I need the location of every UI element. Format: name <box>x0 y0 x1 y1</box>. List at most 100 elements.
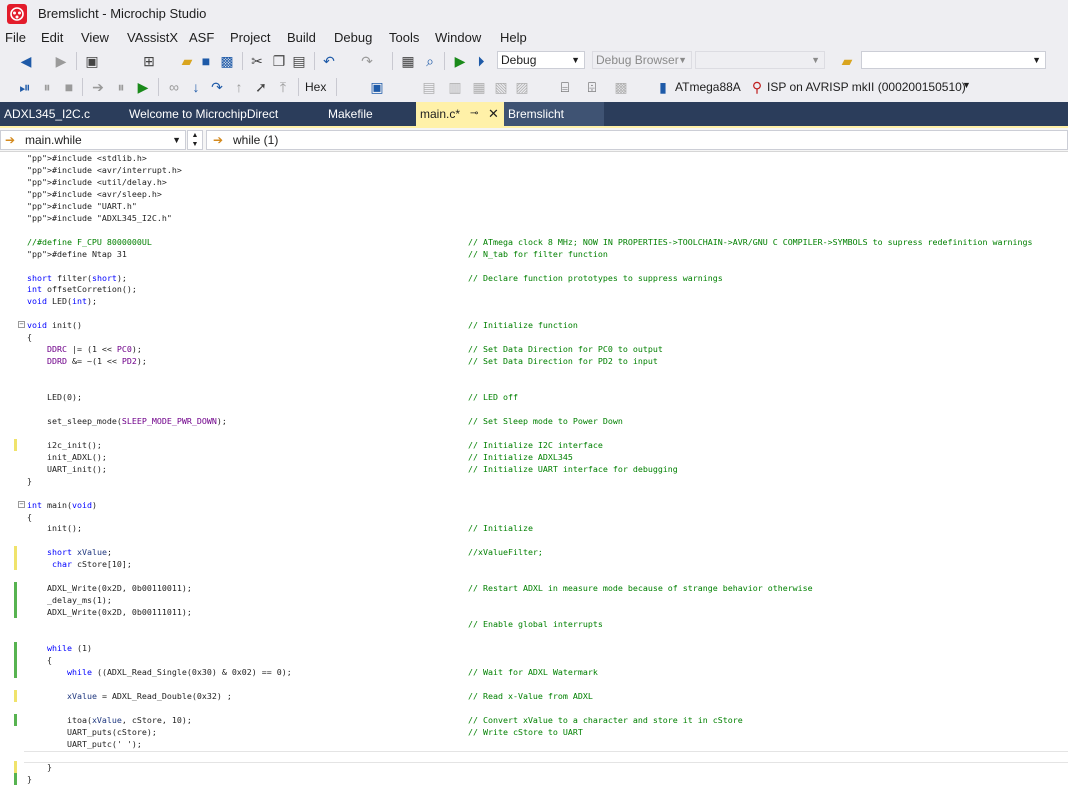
code-line[interactable]: DDRD &= ~(1 << PD2); // Set Data Directio… <box>0 355 1068 367</box>
nav-spinner[interactable]: ▲ ▼ <box>187 130 203 150</box>
menu-asf[interactable]: ASF <box>189 30 214 45</box>
step-over-icon[interactable]: ↷ <box>208 78 226 96</box>
code-line[interactable]: { <box>0 331 1068 343</box>
platform-select[interactable]: ▼ <box>695 51 825 69</box>
code-line[interactable] <box>0 702 1068 714</box>
tab-adxl345-i2c[interactable]: ADXL345_I2C.c <box>0 102 110 126</box>
code-line[interactable]: "pp">#define Ntap 31 // N_tab for filter … <box>0 248 1068 260</box>
debug-windows-icon[interactable]: ▣ <box>368 78 386 96</box>
redo-icon[interactable]: ↷ <box>358 52 376 70</box>
code-line[interactable]: init_ADXL(); // Initialize ADXL345 <box>0 451 1068 463</box>
menu-window[interactable]: Window <box>435 30 481 45</box>
forward-icon[interactable]: ▶ <box>52 52 70 70</box>
menu-project[interactable]: Project <box>230 30 270 45</box>
code-line[interactable]: ADXL_Write(0x2D, 0b00111011); <box>0 606 1068 619</box>
toolbar-overflow-icon[interactable]: ▼ <box>962 80 971 90</box>
code-line[interactable]: int offsetCorretion(); <box>0 283 1068 295</box>
paste-icon[interactable]: ▤ <box>290 52 308 70</box>
tab-makefile[interactable]: Makefile <box>324 102 404 126</box>
disassembly-icon[interactable]: ▨ <box>513 78 531 96</box>
code-line[interactable]: "pp">#include <avr/interrupt.h> <box>0 164 1068 176</box>
code-line[interactable] <box>0 260 1068 272</box>
menu-edit[interactable]: Edit <box>41 30 63 45</box>
code-line[interactable] <box>0 487 1068 499</box>
step-into-icon[interactable]: ↓ <box>187 78 205 96</box>
collapse-icon[interactable]: − <box>18 321 25 329</box>
code-line[interactable]: while ((ADXL_Read_Single(0x30) & 0x02) =… <box>0 665 1068 678</box>
code-line[interactable]: UART_init(); // Initialize UART interface… <box>0 463 1068 475</box>
code-line[interactable]: ADXL_Write(0x2D, 0b00110011); // Restart … <box>0 582 1068 595</box>
device-programming-icon[interactable]: ⌸ <box>556 78 574 96</box>
continue-icon[interactable]: ▶ <box>134 78 152 96</box>
device-pack-icon[interactable]: ⌹ <box>583 78 601 96</box>
code-line[interactable]: "pp">#include <stdlib.h> <box>0 152 1068 164</box>
save-all-icon[interactable]: ▩ <box>218 52 236 70</box>
code-line[interactable]: "pp">#include "ADXL345_I2C.h" <box>0 212 1068 224</box>
code-line[interactable]: { <box>0 511 1068 523</box>
code-line[interactable]: char cStore[10]; <box>0 558 1068 571</box>
start-without-debugging-icon[interactable]: ⏵ <box>472 52 490 70</box>
show-next-statement-icon[interactable]: ➔ <box>89 78 107 96</box>
back-icon[interactable]: ◀ <box>17 52 35 70</box>
code-line[interactable] <box>0 534 1068 546</box>
debug-browser-select[interactable]: Debug Browser ▼ <box>592 51 692 69</box>
code-line[interactable]: _delay_ms(1); <box>0 594 1068 607</box>
device-name[interactable]: ATmega88A <box>675 80 741 94</box>
code-line[interactable] <box>0 630 1068 642</box>
copy-icon[interactable]: ❐ <box>270 52 288 70</box>
code-line[interactable]: set_sleep_mode(SLEEP_MODE_PWR_DOWN); // S… <box>0 415 1068 427</box>
code-editor[interactable]: "pp">#include <stdlib.h> "pp">#include <a… <box>0 152 1068 786</box>
code-line[interactable]: // Enable global interrupts <box>0 618 1068 630</box>
close-icon[interactable]: ✕ <box>488 102 499 126</box>
find-in-files-icon[interactable]: ▰ <box>838 52 856 70</box>
code-line[interactable]: { <box>0 653 1068 666</box>
open-folder-icon[interactable]: ▰ <box>178 52 196 70</box>
undo-icon[interactable]: ↶ <box>320 52 338 70</box>
break-all-icon[interactable]: ⏸ <box>38 78 56 96</box>
code-line[interactable]: short xValue; //xValueFilter; <box>0 546 1068 559</box>
reset-icon[interactable]: ⤒ <box>274 78 292 96</box>
menu-view[interactable]: View <box>81 30 109 45</box>
menu-file[interactable]: File <box>5 30 26 45</box>
tab-welcome-microchipdirect[interactable]: Welcome to MicrochipDirect <box>125 102 300 126</box>
code-line[interactable]: UART_putc(' '); <box>0 738 1068 750</box>
code-line[interactable]: UART_puts(cStore); // Write cStore to UAR… <box>0 726 1068 738</box>
code-line[interactable]: − void init() // Initialize function <box>0 319 1068 331</box>
code-line[interactable]: init(); // Initialize <box>0 522 1068 534</box>
configuration-select[interactable]: Debug ▼ <box>497 51 585 69</box>
io-view-icon[interactable]: ▦ <box>470 78 488 96</box>
step-out-icon[interactable]: ↑ <box>230 78 248 96</box>
code-line[interactable]: "pp">#include "UART.h" <box>0 200 1068 212</box>
code-line[interactable] <box>0 570 1068 582</box>
code-line[interactable]: itoa(xValue, cStore, 10); // Convert xVal… <box>0 713 1068 726</box>
menu-debug[interactable]: Debug <box>334 30 372 45</box>
code-line[interactable]: "pp">#include <util/delay.h> <box>0 176 1068 188</box>
menu-help[interactable]: Help <box>500 30 527 45</box>
start-debugging-break-icon[interactable]: ⏯ <box>16 78 34 96</box>
code-line[interactable] <box>0 750 1068 762</box>
menu-vassistx[interactable]: VAssistX <box>127 30 178 45</box>
stop-debugging-icon[interactable]: ■ <box>60 78 78 96</box>
new-project-icon[interactable]: ▣ <box>83 52 101 70</box>
save-icon[interactable]: ■ <box>197 52 215 70</box>
pin-icon[interactable]: ⊸ <box>470 102 478 126</box>
menu-build[interactable]: Build <box>287 30 316 45</box>
start-debugging-icon[interactable]: ▶ <box>451 52 469 70</box>
processor-icon[interactable]: ▧ <box>492 78 510 96</box>
find-input[interactable]: ▼ <box>861 51 1046 69</box>
code-line[interactable]: } <box>0 773 1068 786</box>
code-line[interactable] <box>0 678 1068 690</box>
tab-main-c[interactable]: main.c* ⊸ ✕ <box>416 102 504 126</box>
code-line[interactable] <box>0 367 1068 379</box>
code-line[interactable]: i2c_init(); // Initialize I2C interface <box>0 438 1068 451</box>
code-line[interactable]: − int main(void) <box>0 499 1068 511</box>
run-to-cursor-icon[interactable]: ➚ <box>252 78 270 96</box>
registers-icon[interactable]: ▥ <box>446 78 464 96</box>
collapse-icon[interactable]: − <box>18 500 25 508</box>
hex-toggle[interactable]: Hex <box>305 80 326 94</box>
code-line[interactable] <box>0 307 1068 319</box>
code-line[interactable] <box>0 427 1068 439</box>
pause-icon[interactable]: ⏸ <box>112 78 130 96</box>
code-line[interactable]: "pp">#include <avr/sleep.h> <box>0 188 1068 200</box>
memory-view-icon[interactable]: ▤ <box>420 78 438 96</box>
